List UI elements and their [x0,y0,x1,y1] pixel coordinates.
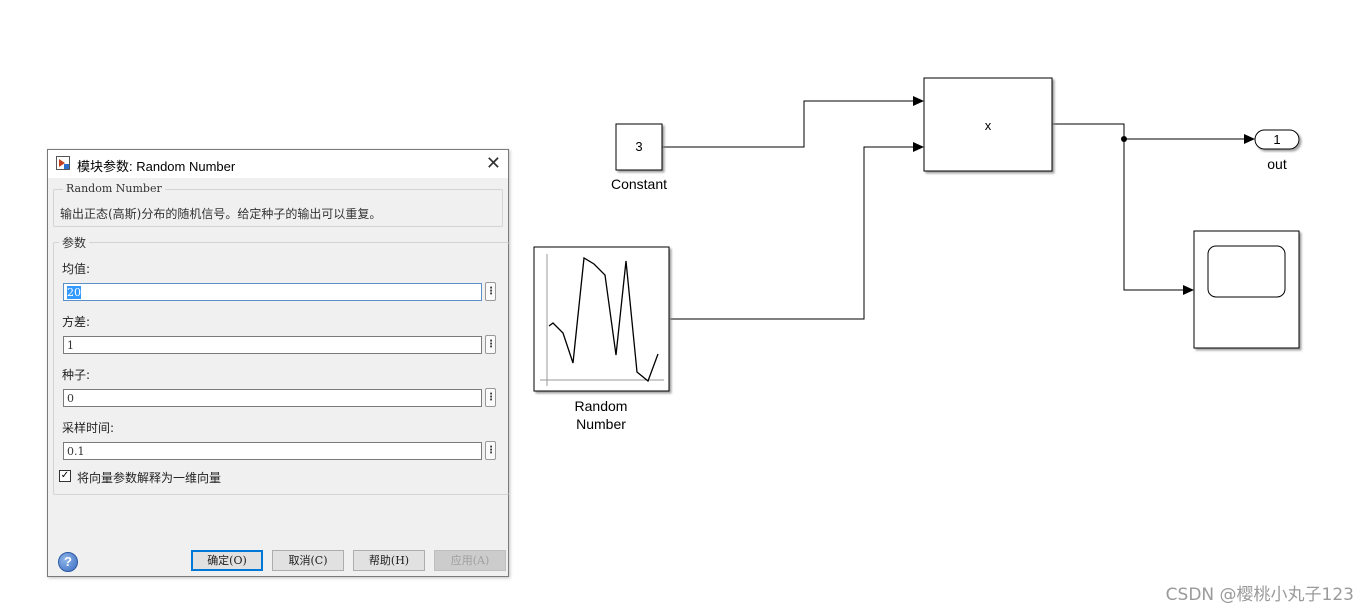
dialog-titlebar[interactable]: 模块参数: Random Number ✕ [48,150,508,178]
mean-input[interactable]: 20 [63,283,482,301]
signal-product-to-branch [1052,123,1249,140]
help-icon[interactable]: ? [58,552,78,572]
variance-more-button[interactable]: ⋮ [485,335,496,354]
mean-more-button[interactable]: ⋮ [485,282,496,301]
seed-input[interactable]: 0 [63,389,482,407]
block-parameters-dialog: 模块参数: Random Number ✕ Random Number 输出正态… [47,149,509,577]
outport-label: out [1267,156,1287,172]
variance-value: 1 [67,339,74,352]
help-button[interactable]: 帮助(H) [353,550,425,571]
sample-time-input[interactable]: 0.1 [63,442,482,460]
variance-input[interactable]: 1 [63,336,482,354]
param-label-mean: 均值: [62,262,91,276]
vector-params-1d-checkbox[interactable]: ✓ [59,470,71,482]
block-description-group: Random Number 输出正态(高斯)分布的随机信号。给定种子的输出可以重… [53,182,503,227]
sample-time-more-button[interactable]: ⋮ [485,441,496,460]
outport-number: 1 [1273,132,1281,147]
sample-time-value: 0.1 [67,445,85,458]
close-icon[interactable]: ✕ [486,153,501,174]
constant-value: 3 [635,139,643,154]
ok-button[interactable]: 确定(O) [191,550,263,571]
signal-branch-to-scope [1123,139,1188,291]
parameters-group-title: 参数 [59,234,90,251]
vector-params-1d-label[interactable]: 将向量参数解释为一维向量 [77,469,221,486]
signal-random-to-product [670,146,918,320]
product-symbol: x [984,118,992,133]
dialog-title: 模块参数: Random Number [77,159,236,174]
constant-label: Constant [610,176,668,192]
cancel-button[interactable]: 取消(C) [272,550,344,571]
watermark: CSDN @樱桃小丸子123 [1165,585,1354,605]
block-description: 输出正态(高斯)分布的随机信号。给定种子的输出可以重复。 [60,207,382,221]
seed-more-button[interactable]: ⋮ [485,388,496,407]
param-label-variance: 方差: [62,315,91,329]
scope-screen-icon [1207,245,1286,298]
seed-value: 0 [67,392,74,405]
branch-point [1121,136,1127,142]
random-number-label-line2: Number [576,416,626,432]
block-group-title: Random Number [63,182,165,195]
param-label-sample-time: 采样时间: [62,421,115,435]
mean-value: 20 [67,286,81,299]
random-number-label-line1: Random [574,398,628,414]
param-label-seed: 种子: [62,368,91,382]
signal-constant-to-product [662,100,918,148]
apply-button[interactable]: 应用(A) [434,550,506,571]
random-number-block[interactable] [533,246,670,392]
simulink-block-icon [56,156,70,170]
